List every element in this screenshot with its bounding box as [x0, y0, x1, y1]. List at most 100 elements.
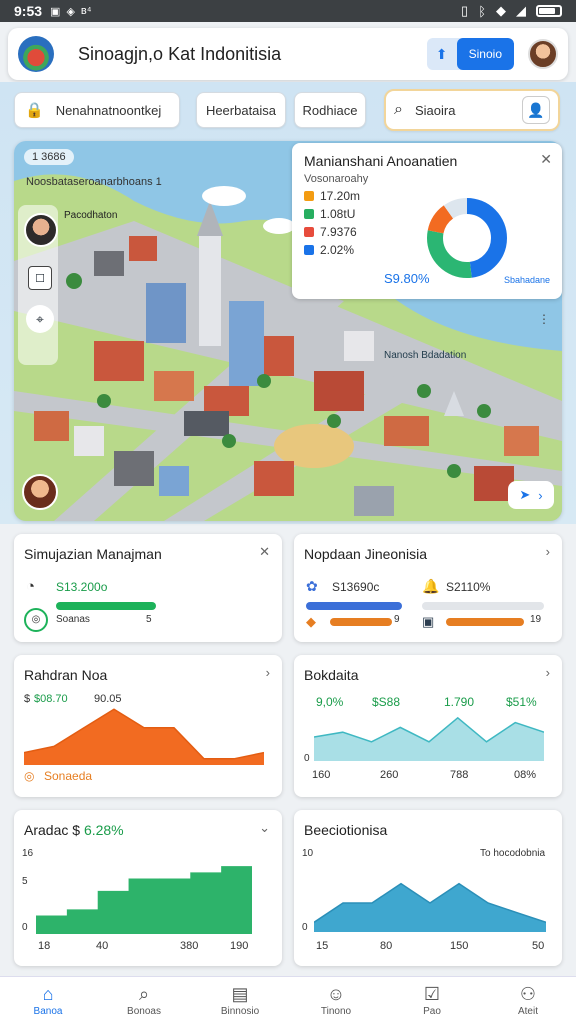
- chart-icon: [304, 209, 314, 219]
- status-right: ▯ ᛒ ◆ ◢: [461, 3, 562, 19]
- user-search-icon[interactable]: 👤: [522, 96, 550, 124]
- area-series: [24, 709, 264, 765]
- search-input[interactable]: ⌕ Siaoira 👤: [384, 89, 560, 131]
- stat-value: 1.08tU: [320, 207, 356, 221]
- x-tick: 260: [380, 769, 399, 781]
- resource-value: S13.200o: [56, 580, 108, 594]
- nav-item-person[interactable]: ☺ Tinono: [288, 977, 384, 1024]
- app-logo: [18, 36, 54, 72]
- chevron-right-icon[interactable]: ›: [266, 665, 270, 680]
- status-time: 9:53: [14, 3, 43, 19]
- resource-secondary-value: 5: [146, 614, 152, 625]
- card-title: Nopdaan Jineonisia: [304, 546, 427, 562]
- card-title-value: 6.28%: [83, 822, 124, 838]
- check-icon: ☑: [423, 984, 441, 1004]
- nav-item-home[interactable]: ⌂ Banoa: [0, 977, 96, 1024]
- chart-legend: Sonaeda: [44, 769, 93, 783]
- donut-legend-label: Sbahadane: [503, 275, 550, 285]
- nav-label: Bonoas: [127, 1006, 161, 1017]
- chevron-down-icon[interactable]: ⌄: [259, 820, 270, 836]
- notification-icon: ◈: [66, 5, 75, 18]
- x-tick: 788: [450, 769, 469, 781]
- nav-label: Banoa: [33, 1006, 63, 1017]
- close-icon[interactable]: ✕: [259, 544, 270, 560]
- chevron-right-icon[interactable]: ›: [538, 488, 542, 503]
- card-title: Rahdran Noa: [24, 667, 108, 683]
- card-title: Bokdaita: [304, 667, 359, 683]
- region-bar-orange: [330, 618, 392, 626]
- region-map-card[interactable]: Nopdaan Jineonisia › ✿ S13690c 🔔 S2110% …: [294, 534, 562, 642]
- filter-button-secondary[interactable]: Heerbataisa: [196, 92, 286, 128]
- resource-progress-bar: [56, 602, 156, 610]
- x-tick: 150: [450, 940, 469, 952]
- location-icon[interactable]: ⌖: [26, 305, 54, 333]
- chevron-right-icon[interactable]: ›: [546, 544, 550, 559]
- y-axis-zero: 0: [302, 922, 308, 933]
- statistics-card: Manianshani Anoanatien ✕ Vosonaroahy 17.…: [292, 143, 562, 299]
- app-title: Sinoagjn,o Kat Indonitisia: [78, 43, 282, 64]
- map-user-avatar[interactable]: [24, 213, 58, 247]
- statistics-title: Manianshani Anoanatien: [304, 153, 458, 169]
- card-title-text: Aradac $: [24, 822, 81, 838]
- bell-icon: 🔔: [422, 578, 440, 594]
- home-icon: ⌂: [42, 984, 54, 1004]
- map-user-avatar-2[interactable]: [22, 474, 58, 510]
- nav-item-check[interactable]: ☑ Pao: [384, 977, 480, 1024]
- data-icon: ʙ⁴: [80, 4, 92, 17]
- profile-avatar[interactable]: [528, 39, 558, 69]
- flame-icon: ◆: [306, 614, 316, 629]
- layers-icon[interactable]: ☐: [28, 266, 52, 290]
- wifi-icon: ◆: [496, 3, 506, 18]
- x-tick: 190: [230, 940, 249, 952]
- action-button[interactable]: Sinoio: [456, 38, 514, 70]
- filter-button-tertiary-label: Rodhiace: [302, 102, 358, 118]
- x-tick: 15: [316, 940, 329, 952]
- map-more-icon[interactable]: ⋮: [538, 312, 550, 326]
- filter-field-primary[interactable]: 🔒 Nenahnatnoontkej: [14, 92, 180, 128]
- chart-value-3: 1.790: [444, 695, 475, 709]
- account-icon: ⚇: [519, 984, 537, 1004]
- chart-value-4: $51%: [506, 695, 537, 709]
- share-icon[interactable]: ⬆: [427, 46, 457, 63]
- navigate-icon[interactable]: ➤: [519, 487, 530, 503]
- y-tick: 10: [302, 848, 314, 859]
- x-tick: 50: [532, 940, 545, 952]
- bluetooth-icon: ᛒ: [478, 3, 486, 19]
- chevron-right-icon[interactable]: ›: [546, 665, 550, 680]
- area-series: [314, 717, 544, 761]
- teal-area-chart-card[interactable]: Bokdaita › 9,0% $S88 1.790 $51% 0 160 26…: [294, 655, 562, 797]
- blue-area-chart-card[interactable]: Beeciotionisa 10 To hocodobnia 0 15 80 1…: [294, 810, 562, 966]
- stat-value: 7.9376: [320, 225, 357, 239]
- x-tick: 380: [180, 940, 199, 952]
- resource-secondary-label: Soanas: [56, 614, 90, 625]
- region-row2-left: 9: [394, 614, 400, 625]
- close-icon[interactable]: ✕: [540, 151, 552, 168]
- badge-icon: ◎: [24, 608, 48, 632]
- filter-button-tertiary[interactable]: Rodhiace: [294, 92, 366, 128]
- chart-corner-label: To hocodobnia: [480, 848, 546, 859]
- nav-item-account[interactable]: ⚇ Ateit: [480, 977, 576, 1024]
- share-chip[interactable]: ⬆ Sinoio: [426, 38, 514, 70]
- blue-area-chart: [314, 882, 546, 932]
- teal-area-chart: [314, 716, 544, 761]
- green-area-chart-card[interactable]: Aradac $ 6.28% ⌄ 16 5 0 18 40 380 190: [14, 810, 282, 966]
- map-navigation-control[interactable]: ➤ ›: [508, 481, 554, 509]
- search-icon: ⌕: [138, 984, 150, 1004]
- map-subtitle: Noosbataseroanarbhoans 1: [26, 176, 162, 188]
- tag-icon: [304, 227, 314, 237]
- map-place-label: Nanosh Bdadation: [384, 350, 467, 361]
- orange-area-chart-card[interactable]: Rahdran Noa › $ $08.70 90.05 ◎ Sonaeda: [14, 655, 282, 797]
- y-tick: 5: [22, 876, 28, 887]
- x-tick: 08%: [514, 769, 537, 781]
- doc-icon: [304, 245, 314, 255]
- green-area-chart: [36, 866, 252, 934]
- legend-icon: ◎: [24, 769, 35, 783]
- status-bar: 9:53 ▣ ◈ ʙ⁴ ▯ ᛒ ◆ ◢: [0, 0, 576, 22]
- nav-label: Binnosio: [220, 1006, 260, 1017]
- nav-item-clipboard[interactable]: ▤ Binnosio: [192, 977, 288, 1024]
- x-tick: 40: [96, 940, 109, 952]
- nav-item-search[interactable]: ⌕ Bonoas: [96, 977, 192, 1024]
- card-title: Beeciotionisa: [304, 822, 388, 838]
- vibrate-icon: ▯: [461, 3, 469, 18]
- resource-management-card[interactable]: Simujazian Manajman ✕ ◔ S13.200o ◎ Soana…: [14, 534, 282, 642]
